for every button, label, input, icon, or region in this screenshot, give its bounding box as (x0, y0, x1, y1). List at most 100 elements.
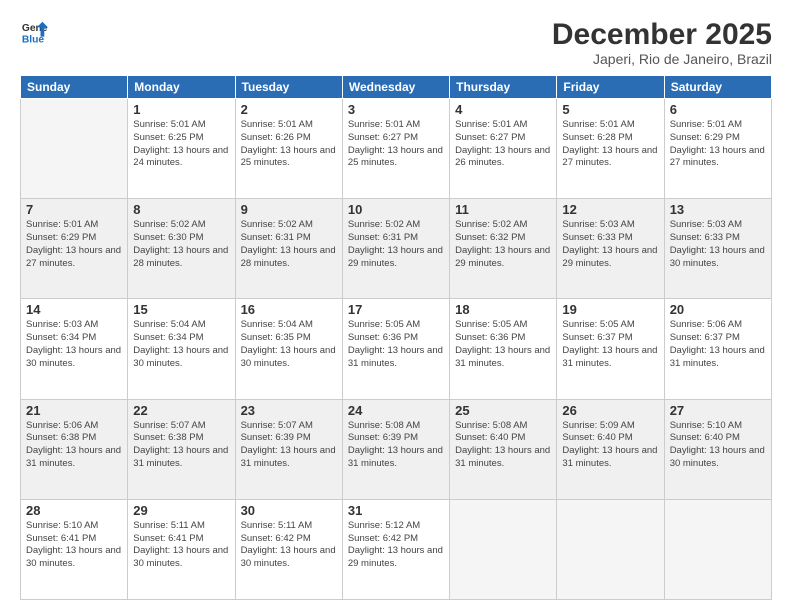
logo: General Blue General Blue (20, 18, 48, 46)
calendar-subtitle: Japeri, Rio de Janeiro, Brazil (552, 51, 772, 67)
day-number: 19 (562, 302, 658, 317)
day-info: Sunrise: 5:07 AM Sunset: 6:38 PM Dayligh… (133, 420, 229, 471)
day-number: 13 (670, 202, 766, 217)
day-info: Sunrise: 5:03 AM Sunset: 6:33 PM Dayligh… (670, 219, 766, 270)
week-row-5: 28 Sunrise: 5:10 AM Sunset: 6:41 PM Dayli… (21, 499, 772, 599)
day-number: 29 (133, 503, 229, 518)
week-row-3: 14 Sunrise: 5:03 AM Sunset: 6:34 PM Dayli… (21, 299, 772, 399)
day-number: 4 (455, 102, 551, 117)
day-info: Sunrise: 5:09 AM Sunset: 6:40 PM Dayligh… (562, 420, 658, 471)
day-info: Sunrise: 5:01 AM Sunset: 6:27 PM Dayligh… (455, 119, 551, 170)
day-cell: 12 Sunrise: 5:03 AM Sunset: 6:33 PM Dayli… (557, 199, 664, 299)
week-row-4: 21 Sunrise: 5:06 AM Sunset: 6:38 PM Dayli… (21, 399, 772, 499)
day-cell: 4 Sunrise: 5:01 AM Sunset: 6:27 PM Daylig… (450, 99, 557, 199)
day-cell: 25 Sunrise: 5:08 AM Sunset: 6:40 PM Dayli… (450, 399, 557, 499)
day-info: Sunrise: 5:05 AM Sunset: 6:36 PM Dayligh… (348, 319, 444, 370)
day-number: 21 (26, 403, 122, 418)
day-info: Sunrise: 5:05 AM Sunset: 6:36 PM Dayligh… (455, 319, 551, 370)
day-number: 3 (348, 102, 444, 117)
week-row-1: 1 Sunrise: 5:01 AM Sunset: 6:25 PM Daylig… (21, 99, 772, 199)
day-info: Sunrise: 5:11 AM Sunset: 6:42 PM Dayligh… (241, 520, 337, 571)
day-cell: 30 Sunrise: 5:11 AM Sunset: 6:42 PM Dayli… (235, 499, 342, 599)
day-info: Sunrise: 5:03 AM Sunset: 6:33 PM Dayligh… (562, 219, 658, 270)
day-info: Sunrise: 5:01 AM Sunset: 6:25 PM Dayligh… (133, 119, 229, 170)
day-cell: 31Sunrise: 5:12 AM Sunset: 6:42 PM Dayli… (342, 499, 449, 599)
day-number: 20 (670, 302, 766, 317)
day-number: 8 (133, 202, 229, 217)
day-cell: 11Sunrise: 5:02 AM Sunset: 6:32 PM Dayli… (450, 199, 557, 299)
day-info: Sunrise: 5:03 AM Sunset: 6:34 PM Dayligh… (26, 319, 122, 370)
page: General Blue General Blue December 2025 … (0, 0, 792, 612)
day-number: 24 (348, 403, 444, 418)
day-number: 10 (348, 202, 444, 217)
day-number: 28 (26, 503, 122, 518)
col-saturday: Saturday (664, 76, 771, 99)
day-info: Sunrise: 5:01 AM Sunset: 6:27 PM Dayligh… (348, 119, 444, 170)
day-info: Sunrise: 5:08 AM Sunset: 6:39 PM Dayligh… (348, 420, 444, 471)
day-cell (21, 99, 128, 199)
day-number: 27 (670, 403, 766, 418)
day-cell (450, 499, 557, 599)
day-number: 23 (241, 403, 337, 418)
day-info: Sunrise: 5:01 AM Sunset: 6:26 PM Dayligh… (241, 119, 337, 170)
day-info: Sunrise: 5:11 AM Sunset: 6:41 PM Dayligh… (133, 520, 229, 571)
day-info: Sunrise: 5:01 AM Sunset: 6:29 PM Dayligh… (670, 119, 766, 170)
day-info: Sunrise: 5:02 AM Sunset: 6:31 PM Dayligh… (241, 219, 337, 270)
calendar-table: Sunday Monday Tuesday Wednesday Thursday… (20, 75, 772, 600)
day-cell: 19 Sunrise: 5:05 AM Sunset: 6:37 PM Dayli… (557, 299, 664, 399)
day-cell (664, 499, 771, 599)
day-cell: 23Sunrise: 5:07 AM Sunset: 6:39 PM Dayli… (235, 399, 342, 499)
day-info: Sunrise: 5:05 AM Sunset: 6:37 PM Dayligh… (562, 319, 658, 370)
day-cell: 8Sunrise: 5:02 AM Sunset: 6:30 PM Daylig… (128, 199, 235, 299)
day-number: 25 (455, 403, 551, 418)
day-cell: 29 Sunrise: 5:11 AM Sunset: 6:41 PM Dayli… (128, 499, 235, 599)
day-info: Sunrise: 5:10 AM Sunset: 6:41 PM Dayligh… (26, 520, 122, 571)
day-number: 12 (562, 202, 658, 217)
day-number: 11 (455, 202, 551, 217)
day-info: Sunrise: 5:06 AM Sunset: 6:38 PM Dayligh… (26, 420, 122, 471)
day-cell: 3 Sunrise: 5:01 AM Sunset: 6:27 PM Daylig… (342, 99, 449, 199)
day-info: Sunrise: 5:02 AM Sunset: 6:31 PM Dayligh… (348, 219, 444, 270)
day-number: 1 (133, 102, 229, 117)
day-cell: 18Sunrise: 5:05 AM Sunset: 6:36 PM Dayli… (450, 299, 557, 399)
day-cell: 24 Sunrise: 5:08 AM Sunset: 6:39 PM Dayli… (342, 399, 449, 499)
day-number: 16 (241, 302, 337, 317)
day-info: Sunrise: 5:06 AM Sunset: 6:37 PM Dayligh… (670, 319, 766, 370)
day-cell: 22 Sunrise: 5:07 AM Sunset: 6:38 PM Dayli… (128, 399, 235, 499)
day-cell: 14 Sunrise: 5:03 AM Sunset: 6:34 PM Dayli… (21, 299, 128, 399)
day-info: Sunrise: 5:01 AM Sunset: 6:29 PM Dayligh… (26, 219, 122, 270)
day-info: Sunrise: 5:12 AM Sunset: 6:42 PM Dayligh… (348, 520, 444, 571)
day-cell: 21 Sunrise: 5:06 AM Sunset: 6:38 PM Dayli… (21, 399, 128, 499)
day-info: Sunrise: 5:08 AM Sunset: 6:40 PM Dayligh… (455, 420, 551, 471)
day-number: 5 (562, 102, 658, 117)
day-info: Sunrise: 5:04 AM Sunset: 6:35 PM Dayligh… (241, 319, 337, 370)
day-number: 15 (133, 302, 229, 317)
day-number: 9 (241, 202, 337, 217)
col-monday: Monday (128, 76, 235, 99)
day-number: 30 (241, 503, 337, 518)
day-number: 14 (26, 302, 122, 317)
day-cell: 2Sunrise: 5:01 AM Sunset: 6:26 PM Daylig… (235, 99, 342, 199)
day-cell: 9 Sunrise: 5:02 AM Sunset: 6:31 PM Daylig… (235, 199, 342, 299)
day-cell: 10 Sunrise: 5:02 AM Sunset: 6:31 PM Dayli… (342, 199, 449, 299)
col-thursday: Thursday (450, 76, 557, 99)
header-row: Sunday Monday Tuesday Wednesday Thursday… (21, 76, 772, 99)
day-number: 7 (26, 202, 122, 217)
day-number: 6 (670, 102, 766, 117)
day-cell: 20 Sunrise: 5:06 AM Sunset: 6:37 PM Dayli… (664, 299, 771, 399)
title-block: December 2025 Japeri, Rio de Janeiro, Br… (552, 18, 772, 67)
day-number: 17 (348, 302, 444, 317)
logo-icon: General Blue (20, 18, 48, 46)
day-cell: 15Sunrise: 5:04 AM Sunset: 6:34 PM Dayli… (128, 299, 235, 399)
calendar-title: December 2025 (552, 18, 772, 51)
day-cell: 17 Sunrise: 5:05 AM Sunset: 6:36 PM Dayli… (342, 299, 449, 399)
day-cell: 1 Sunrise: 5:01 AM Sunset: 6:25 PM Daylig… (128, 99, 235, 199)
day-cell: 16 Sunrise: 5:04 AM Sunset: 6:35 PM Dayli… (235, 299, 342, 399)
day-info: Sunrise: 5:10 AM Sunset: 6:40 PM Dayligh… (670, 420, 766, 471)
day-cell: 26Sunrise: 5:09 AM Sunset: 6:40 PM Dayli… (557, 399, 664, 499)
col-sunday: Sunday (21, 76, 128, 99)
col-tuesday: Tuesday (235, 76, 342, 99)
day-number: 22 (133, 403, 229, 418)
day-info: Sunrise: 5:01 AM Sunset: 6:28 PM Dayligh… (562, 119, 658, 170)
day-cell: 6 Sunrise: 5:01 AM Sunset: 6:29 PM Daylig… (664, 99, 771, 199)
